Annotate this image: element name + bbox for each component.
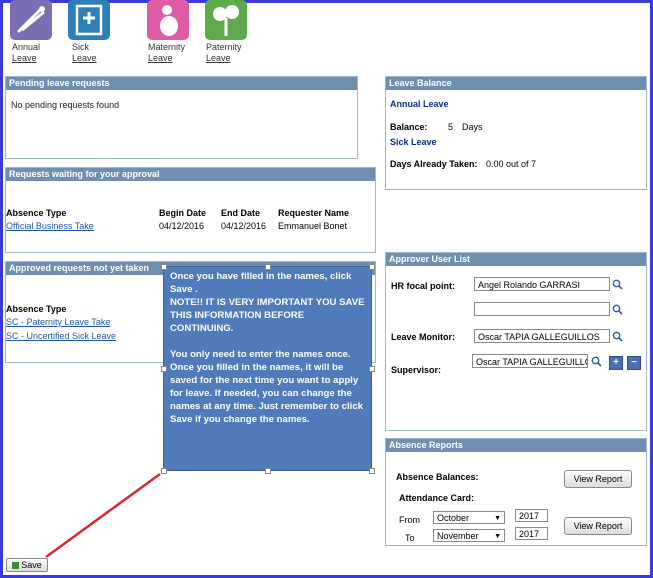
supervisor-input[interactable]: Oscar TAPIA GALLEGUILLOS — [472, 354, 588, 368]
callout-handle-tr — [369, 264, 375, 270]
maternity-leave-label[interactable]: Maternity Leave — [148, 42, 185, 64]
pending-requests-title: Pending leave requests — [6, 77, 357, 90]
callout-handle-tl — [161, 264, 167, 270]
sick-leave-icon — [75, 4, 103, 36]
waiting-row-requester: Emmanuel Bonet — [278, 221, 348, 231]
instruction-callout: Once you have filled in the names, click… — [163, 266, 372, 471]
add-supervisor-button[interactable]: + — [609, 356, 623, 370]
absence-reports-panel: Absence Reports Absence Balances: View R… — [385, 438, 647, 546]
maternity-leave-tile[interactable] — [147, 0, 189, 40]
annual-leave-tile[interactable] — [10, 0, 52, 40]
balance-unit: Days — [462, 122, 483, 132]
approved-row-paternity-link[interactable]: SC - Paternity Leave Take — [6, 317, 110, 327]
hr-focal-input-2[interactable] — [474, 302, 610, 316]
to-month-select[interactable]: November ▼ — [433, 529, 505, 542]
waiting-approval-panel: Requests waiting for your approval Absen… — [5, 167, 376, 253]
approved-col-absence-type: Absence Type — [6, 304, 67, 314]
col-requester-name: Requester Name — [278, 208, 350, 218]
approver-list-panel: Approver User List HR focal point: Angel… — [385, 252, 647, 431]
paternity-leave-tile[interactable] — [205, 0, 247, 40]
callout-paragraph-1: Once you have filled in the names, click… — [170, 271, 365, 334]
to-label: To — [405, 533, 415, 543]
save-icon — [12, 562, 20, 570]
save-button[interactable]: Save — [6, 558, 48, 572]
pending-requests-message: No pending requests found — [11, 100, 120, 110]
to-month-value: November — [437, 531, 479, 541]
paternity-leave-icon — [213, 5, 239, 36]
chevron-down-icon: ▼ — [494, 533, 501, 540]
paternity-leave-line2: Leave — [206, 53, 231, 63]
col-begin-date: Begin Date — [159, 208, 207, 218]
hr-focal-search-icon[interactable] — [612, 279, 623, 290]
from-month-value: October — [437, 513, 470, 523]
sick-leave-tile[interactable] — [68, 0, 110, 40]
absence-balances-view-report-button[interactable]: View Report — [564, 470, 632, 488]
absence-balances-label: Absence Balances: — [396, 472, 479, 482]
hr-focal-2-search-icon[interactable] — [612, 304, 623, 315]
waiting-row-type-link[interactable]: Official Business Take — [6, 221, 94, 231]
paternity-leave-label[interactable]: Paternity Leave — [206, 42, 242, 64]
balance-value: 5 — [448, 122, 454, 132]
waiting-approval-title: Requests waiting for your approval — [6, 168, 375, 181]
annual-leave-label[interactable]: Annual Leave — [12, 42, 40, 64]
approver-list-title: Approver User List — [386, 253, 646, 266]
waiting-row-end: 04/12/2016 — [221, 221, 267, 231]
from-label: From — [399, 515, 420, 525]
days-taken-label: Days Already Taken: — [390, 159, 478, 169]
leave-balance-panel: Leave Balance Annual Leave Balance: 5 Da… — [385, 76, 647, 190]
paternity-leave-line1: Paternity — [206, 42, 242, 52]
annual-leave-line2: Leave — [12, 53, 37, 63]
from-year-input[interactable]: 2017 — [515, 509, 548, 522]
leave-monitor-label: Leave Monitor: — [391, 332, 456, 342]
approved-row-sick-link[interactable]: SC - Uncertified Sick Leave — [6, 331, 116, 341]
supervisor-search-icon[interactable] — [591, 356, 602, 367]
remove-supervisor-button[interactable]: − — [627, 356, 641, 370]
to-year-input[interactable]: 2017 — [515, 527, 548, 540]
sick-leave-heading: Sick Leave — [390, 137, 437, 147]
maternity-leave-line1: Maternity — [148, 42, 186, 52]
from-month-select[interactable]: October ▼ — [433, 511, 505, 524]
annual-leave-line1: Annual — [12, 42, 41, 52]
col-end-date: End Date — [221, 208, 261, 218]
leave-monitor-search-icon[interactable] — [612, 331, 623, 342]
hr-focal-input[interactable]: Angel Rolando GARRASI — [474, 277, 610, 291]
absence-reports-title: Absence Reports — [386, 439, 646, 452]
callout-handle-br — [369, 468, 375, 474]
maternity-leave-line2: Leave — [148, 53, 173, 63]
callout-handle-bl — [161, 468, 167, 474]
sick-leave-line1: Sick — [72, 42, 90, 52]
attendance-card-label: Attendance Card: — [399, 493, 475, 503]
annual-leave-heading: Annual Leave — [390, 99, 449, 109]
save-label: Save — [21, 560, 42, 570]
balance-label: Balance: — [390, 122, 428, 132]
col-absence-type: Absence Type — [6, 208, 67, 218]
days-taken-value: 0.00 out of 7 — [486, 159, 537, 169]
callout-handle-tm — [265, 264, 271, 270]
hr-focal-label: HR focal point: — [391, 281, 455, 291]
chevron-down-icon: ▼ — [494, 515, 501, 522]
sick-leave-line2: Leave — [72, 53, 97, 63]
leave-monitor-input[interactable]: Oscar TAPIA GALLEGUILLOS — [474, 329, 610, 343]
callout-paragraph-2: You only need to enter the names once. O… — [170, 349, 364, 425]
maternity-leave-icon — [160, 5, 178, 36]
attendance-view-report-button[interactable]: View Report — [564, 517, 632, 535]
supervisor-label: Supervisor: — [391, 365, 442, 375]
callout-handle-ml — [161, 366, 167, 372]
annual-leave-icon — [16, 6, 45, 34]
waiting-row-begin: 04/12/2016 — [159, 221, 205, 231]
callout-handle-bm — [265, 468, 271, 474]
leave-balance-title: Leave Balance — [386, 77, 646, 90]
sick-leave-label[interactable]: Sick Leave — [72, 42, 97, 64]
callout-handle-mr — [369, 366, 375, 372]
pending-requests-panel: Pending leave requests No pending reques… — [5, 76, 358, 159]
